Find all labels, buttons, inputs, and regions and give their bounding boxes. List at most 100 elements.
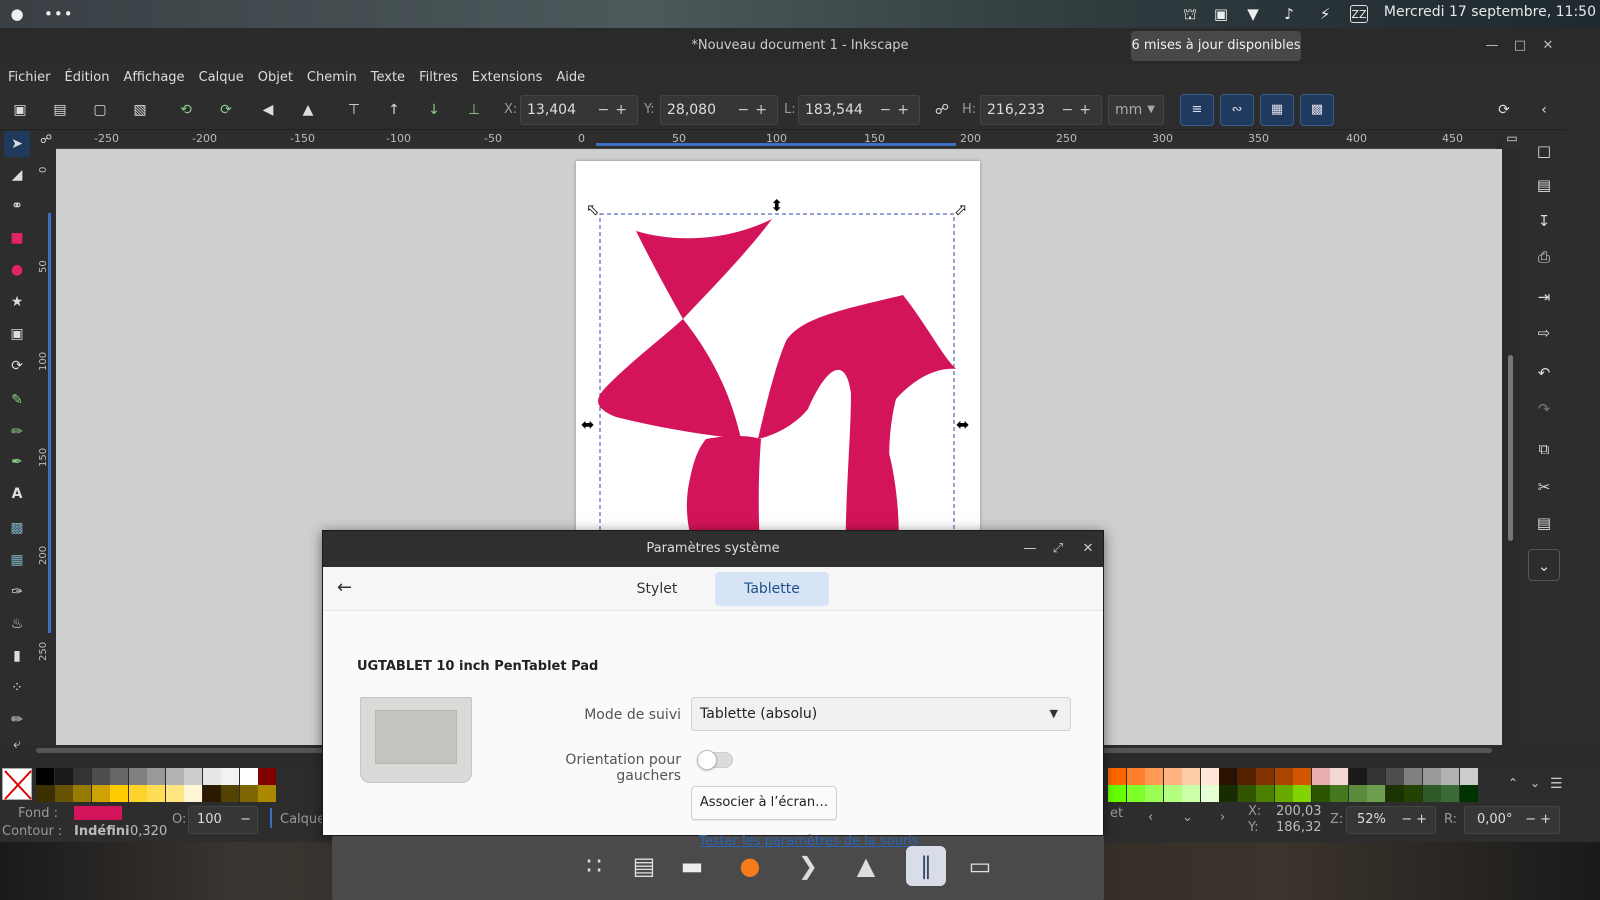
no-paint-swatch[interactable] <box>2 768 32 800</box>
menu-extensions[interactable]: Extensions <box>472 70 543 85</box>
rotation-stepper-icon[interactable]: −+ <box>1525 807 1555 833</box>
resize-handle-icon[interactable]: ⬀ <box>954 200 967 219</box>
color-swatch[interactable] <box>1200 785 1219 802</box>
tweak-tool-icon[interactable]: ⚭ <box>4 193 30 219</box>
terminal-icon[interactable]: ❯ <box>788 846 828 886</box>
trash-icon[interactable]: ▭ <box>960 846 1000 886</box>
layer-label[interactable]: Calque <box>280 812 325 827</box>
color-swatch[interactable] <box>1293 768 1311 785</box>
more-commands-icon[interactable]: ⌄ <box>1528 549 1560 581</box>
menu-affichage[interactable]: Affichage <box>123 70 184 85</box>
rotate-90-cw-icon[interactable]: ⟳ <box>214 98 238 122</box>
color-swatch[interactable] <box>1182 785 1200 802</box>
color-swatch[interactable] <box>1311 768 1330 785</box>
left-handed-switch[interactable] <box>697 750 733 770</box>
stroke-width[interactable]: 0,320 <box>130 824 167 839</box>
height-stepper-icon[interactable]: −+ <box>1062 96 1097 124</box>
lower-icon[interactable]: ↓ <box>422 98 446 122</box>
vertical-scrollbar[interactable] <box>1502 149 1520 745</box>
raise-icon[interactable]: ↑ <box>382 98 406 122</box>
gradient-tool-icon[interactable]: ▩ <box>4 515 30 541</box>
maximize-icon[interactable]: □ <box>1506 28 1534 64</box>
height-input[interactable]: 216,233 −+ <box>980 95 1102 125</box>
color-swatch[interactable] <box>165 768 184 785</box>
paint-bucket-tool-icon[interactable]: ♨ <box>4 611 30 637</box>
rotate-90-ccw-icon[interactable]: ⟲ <box>174 98 198 122</box>
menu-calque[interactable]: Calque <box>199 70 244 85</box>
import-icon[interactable]: ⇥ <box>1532 285 1556 309</box>
color-swatch[interactable] <box>239 785 258 802</box>
color-swatch[interactable] <box>1274 785 1293 802</box>
wifi-icon[interactable]: ▼ <box>1244 5 1262 23</box>
color-swatch[interactable] <box>1126 768 1145 785</box>
scrollbar-thumb[interactable] <box>1508 355 1513 541</box>
color-swatch[interactable] <box>1422 768 1441 785</box>
battery-icon[interactable]: ⚡ <box>1316 5 1334 23</box>
flip-horizontal-icon[interactable]: ◀ <box>256 98 280 122</box>
lower-to-bottom-icon[interactable]: ⊥ <box>462 98 486 122</box>
dialog-close-icon[interactable]: ✕ <box>1075 531 1101 567</box>
connector-tool-icon[interactable]: ⤶ <box>4 737 30 751</box>
color-swatch[interactable] <box>165 785 184 802</box>
inkscape-icon[interactable]: ▲ <box>846 846 886 886</box>
color-swatch[interactable] <box>1367 785 1385 802</box>
3d-box-tool-icon[interactable]: ▣ <box>4 321 30 347</box>
menu-edition[interactable]: Édition <box>65 70 110 85</box>
color-swatch[interactable] <box>1348 785 1367 802</box>
save-icon[interactable]: ↧ <box>1532 209 1556 233</box>
color-swatch[interactable] <box>128 785 147 802</box>
color-swatch[interactable] <box>73 768 91 785</box>
minimize-icon[interactable]: — <box>1478 28 1506 64</box>
color-swatch[interactable] <box>1422 785 1441 802</box>
palette-scroll-down-icon[interactable]: ⌄ <box>1530 776 1540 790</box>
snap-icon[interactable]: ⟳ <box>1492 98 1516 122</box>
system-settings-icon[interactable]: ∥ <box>906 846 946 886</box>
lock-guides-icon[interactable]: ☍ <box>40 132 52 146</box>
color-swatch[interactable] <box>1200 768 1219 785</box>
color-swatch[interactable] <box>1274 768 1293 785</box>
calligraphy-tool-icon[interactable]: ✒ <box>4 449 30 475</box>
color-swatch[interactable] <box>54 785 73 802</box>
tab-tablette[interactable]: Tablette <box>715 572 829 606</box>
color-swatch[interactable] <box>184 768 202 785</box>
x-stepper-icon[interactable]: −+ <box>598 96 633 124</box>
color-swatch[interactable] <box>1182 768 1200 785</box>
deselect-icon[interactable]: ▢ <box>88 98 112 122</box>
rectangle-tool-icon[interactable]: ■ <box>4 225 30 251</box>
color-swatch[interactable] <box>1219 785 1237 802</box>
zoom-stepper-icon[interactable]: −+ <box>1401 807 1431 833</box>
spray-tool-icon[interactable]: ⁘ <box>4 675 30 701</box>
map-to-screen-button[interactable]: Associer à l’écran… <box>691 786 837 820</box>
color-swatch[interactable] <box>258 768 276 785</box>
dropper-tool-icon[interactable]: ✑ <box>4 579 30 605</box>
color-swatch[interactable] <box>1311 785 1330 802</box>
stroke-value[interactable]: Indéfini <box>74 824 130 839</box>
zoom-input[interactable]: 52% −+ <box>1346 806 1436 834</box>
color-swatch[interactable] <box>1330 768 1348 785</box>
color-swatch[interactable] <box>1219 768 1237 785</box>
unit-select[interactable]: mm ▼ <box>1108 95 1164 125</box>
undo-icon[interactable]: ↶ <box>1532 361 1556 385</box>
app-grid-icon[interactable]: ∷ <box>574 846 614 886</box>
color-swatch[interactable] <box>239 768 258 785</box>
pencil-tool-icon[interactable]: ✏ <box>4 419 30 445</box>
color-swatch[interactable] <box>1367 768 1385 785</box>
apps-dots-icon[interactable]: ••• <box>44 5 73 23</box>
measure-tool-icon[interactable]: ✏ <box>4 707 30 733</box>
multitasking-icon[interactable]: ▤ <box>624 846 664 886</box>
color-swatch[interactable] <box>1404 785 1422 802</box>
keyboard-layout-icon[interactable]: ZZ <box>1350 5 1368 23</box>
clock[interactable]: Mercredi 17 septembre, 11:50 <box>1384 4 1596 20</box>
display-mode-icon[interactable]: ▭ <box>1502 131 1522 149</box>
color-swatch[interactable] <box>1385 768 1404 785</box>
resize-handle-icon[interactable]: ⬌ <box>956 415 969 434</box>
resize-handle-icon[interactable]: ⬍ <box>770 196 783 215</box>
transform-patterns-icon[interactable]: ▩ <box>1300 94 1334 126</box>
color-swatch[interactable] <box>184 785 202 802</box>
ellipse-tool-icon[interactable]: ● <box>4 257 30 283</box>
color-swatch[interactable] <box>1163 768 1182 785</box>
prev-icon[interactable]: ‹ <box>1148 810 1153 825</box>
color-swatch[interactable] <box>1256 768 1274 785</box>
color-swatch[interactable] <box>1293 785 1311 802</box>
rotate-ccw-90-icon[interactable]: ▧ <box>128 98 152 122</box>
